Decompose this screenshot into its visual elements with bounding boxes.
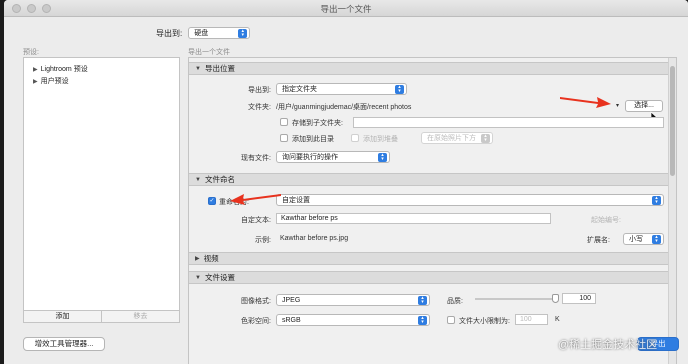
section-title: 文件设置 <box>204 273 235 282</box>
existing-files-select[interactable]: 询问要执行的操作 ▴ ▾ <box>276 151 390 163</box>
annotation-arrow-icon <box>230 194 281 205</box>
color-space-select[interactable]: sRGB ▴ ▾ <box>276 314 430 326</box>
export-to-folder-value: 指定文件夹 <box>282 86 317 93</box>
stack-position-value: 在原始照片下方 <box>427 135 476 142</box>
title-bar: 导出一个文件 <box>4 0 688 17</box>
stack-position-select[interactable]: 在原始照片下方 ▴ ▾ <box>421 132 493 144</box>
preset-folder-lightroom[interactable]: ▶ Lightroom 预设 <box>24 62 179 74</box>
select-arrows-icon: ▴ ▾ <box>395 84 404 94</box>
presets-footer: 添加 移去 <box>23 311 180 323</box>
section-file-settings[interactable]: ▼ 文件设置 <box>189 271 668 284</box>
scrollbar-thumb[interactable] <box>670 66 675 176</box>
select-arrows-icon: ▴ ▾ <box>418 315 427 325</box>
add-to-stack-checkbox[interactable] <box>351 134 359 142</box>
color-space-value: sRGB <box>282 316 301 324</box>
extension-label: 扩展名: <box>587 237 610 244</box>
quality-input[interactable]: 100 <box>562 293 596 304</box>
export-to-select[interactable]: 硬盘 ▴ ▾ <box>188 27 251 39</box>
section-title: 导出位置 <box>204 64 235 73</box>
select-arrows-icon: ▴ ▾ <box>652 195 661 205</box>
section-title: 视频 <box>203 254 219 263</box>
export-to-row: 导出到: 硬盘 ▴ ▾ <box>156 27 251 39</box>
disclosure-closed-icon: ▶ <box>195 256 200 262</box>
start-number-label: 起始编号: <box>591 217 621 224</box>
rename-template-value: 自定设置 <box>282 197 310 204</box>
folder-label: 文件夹: <box>248 104 271 111</box>
section-video[interactable]: ▶ 视频 <box>189 252 668 265</box>
export-to-folder-select[interactable]: 指定文件夹 ▴ ▾ <box>276 83 407 95</box>
folder-dropdown-icon[interactable]: ▾ <box>616 102 619 109</box>
existing-files-label: 现有文件: <box>241 155 271 162</box>
disclosure-open-icon: ▼ <box>195 274 201 281</box>
disclosure-open-icon: ▼ <box>195 176 201 183</box>
existing-files-value: 询问要执行的操作 <box>282 154 338 161</box>
extension-case-value: 小写 <box>629 236 643 243</box>
add-to-catalog-checkbox[interactable] <box>280 134 288 142</box>
select-arrows-icon: ▴ ▾ <box>418 295 427 305</box>
section-title: 文件命名 <box>204 175 235 184</box>
preset-folder-user[interactable]: ▶ 用户预设 <box>24 74 179 86</box>
window-title: 导出一个文件 <box>320 4 372 14</box>
export-dialog: 导出一个文件 导出到: 硬盘 ▴ ▾ 预设: 导出一个文件 ▶ Lightroom… <box>4 0 688 364</box>
export-to-folder-label: 导出到: <box>248 87 271 94</box>
add-to-stack-label: 添加到堆叠 <box>363 136 398 143</box>
select-arrows-icon: ▴ ▾ <box>378 152 387 162</box>
rename-template-select[interactable]: 自定设置 ▴ ▾ <box>276 194 664 206</box>
presets-list: ▶ Lightroom 预设 ▶ 用户预设 <box>23 57 180 311</box>
limit-size-input[interactable]: 100 <box>515 314 548 325</box>
image-format-label: 图像格式: <box>241 298 271 305</box>
limit-size-checkbox[interactable] <box>447 316 455 324</box>
rename-checkbox[interactable]: ✓ <box>208 197 216 205</box>
quality-label: 品质: <box>447 298 463 305</box>
preset-folder-label: 用户预设 <box>40 78 69 85</box>
select-arrows-icon: ▴ ▾ <box>481 133 490 143</box>
annotation-arrow-icon <box>560 97 611 108</box>
select-arrows-icon: ▴ ▾ <box>238 28 248 38</box>
export-to-label: 导出到: <box>156 28 183 38</box>
watermark-text: @稀土掘金技术社区 <box>558 339 658 351</box>
subfolder-checkbox[interactable] <box>280 118 288 126</box>
custom-text-label: 自定文本: <box>241 217 271 224</box>
export-to-value: 硬盘 <box>194 30 209 37</box>
subfolder-name-input[interactable] <box>353 117 664 128</box>
example-filename: Kawthar before ps.jpg <box>280 235 349 242</box>
remove-preset-button[interactable]: 移去 <box>101 311 179 322</box>
settings-scrollbar[interactable] <box>668 58 676 364</box>
add-to-catalog-label: 添加到此目录 <box>292 136 334 143</box>
disclosure-triangle-icon[interactable]: ▶ <box>33 66 38 73</box>
section-export-location[interactable]: ▼ 导出位置 <box>189 62 668 75</box>
add-preset-button[interactable]: 添加 <box>24 311 101 322</box>
custom-text-input[interactable]: Kawthar before ps <box>276 213 551 224</box>
plugin-manager-button[interactable]: 增效工具管理器... <box>23 337 105 351</box>
image-format-select[interactable]: JPEG ▴ ▾ <box>276 294 430 306</box>
section-file-naming[interactable]: ▼ 文件命名 <box>189 173 668 186</box>
settings-header: 导出一个文件 <box>188 49 230 56</box>
disclosure-open-icon: ▼ <box>195 65 201 72</box>
limit-size-label: 文件大小限制为: <box>459 318 510 325</box>
select-arrows-icon: ▴ ▾ <box>652 234 661 244</box>
example-label: 示例: <box>255 237 271 244</box>
limit-size-unit: K <box>555 316 560 323</box>
presets-header: 预设: <box>23 49 39 56</box>
subfolder-label: 存储到子文件夹: <box>292 120 343 127</box>
image-format-value: JPEG <box>282 296 301 304</box>
extension-case-select[interactable]: 小写 ▴ ▾ <box>623 233 664 245</box>
preset-folder-label: Lightroom 预设 <box>40 66 88 73</box>
color-space-label: 色彩空间: <box>241 318 271 325</box>
folder-path: /用户/guanmingjudemac/桌面/recent photos <box>276 104 412 111</box>
disclosure-triangle-icon[interactable]: ▶ <box>33 78 38 85</box>
quality-slider-track[interactable] <box>475 298 557 300</box>
quality-slider-thumb[interactable] <box>552 294 559 303</box>
